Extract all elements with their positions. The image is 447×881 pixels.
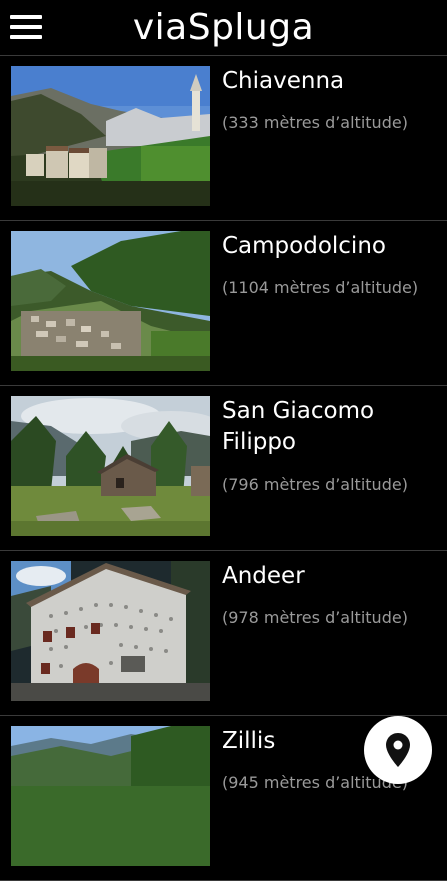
place-name: Campodolcino — [222, 233, 386, 259]
map-button[interactable] — [364, 716, 432, 784]
place-photo — [11, 561, 210, 701]
place-photo — [11, 396, 210, 536]
place-item-andeer[interactable]: Andeer (978 mètres d’altitude) — [0, 551, 447, 716]
place-name: Andeer — [222, 563, 305, 589]
place-name: Chiavenna — [222, 68, 345, 94]
place-altitude: (978 mètres d’altitude) — [222, 608, 408, 627]
place-altitude: (333 mètres d’altitude) — [222, 113, 408, 132]
place-altitude: (1104 mètres d’altitude) — [222, 278, 419, 297]
place-name: San Giacomo Filippo — [222, 398, 375, 455]
app-header: viaSpluga — [0, 0, 447, 56]
place-photo — [11, 231, 210, 371]
place-item-chiavenna[interactable]: Chiavenna (333 mètres d’altitude) — [0, 56, 447, 221]
place-item-campodolcino[interactable]: Campodolcino (1104 mètres d’altitude) — [0, 221, 447, 386]
place-photo — [11, 66, 210, 206]
place-photo — [11, 726, 210, 866]
place-altitude: (796 mètres d’altitude) — [222, 475, 408, 494]
map-pin-icon — [386, 733, 410, 767]
place-item-san-giacomo-filippo[interactable]: San Giacomo Filippo (796 mètres d’altitu… — [0, 386, 447, 551]
app-title: viaSpluga — [132, 7, 315, 48]
